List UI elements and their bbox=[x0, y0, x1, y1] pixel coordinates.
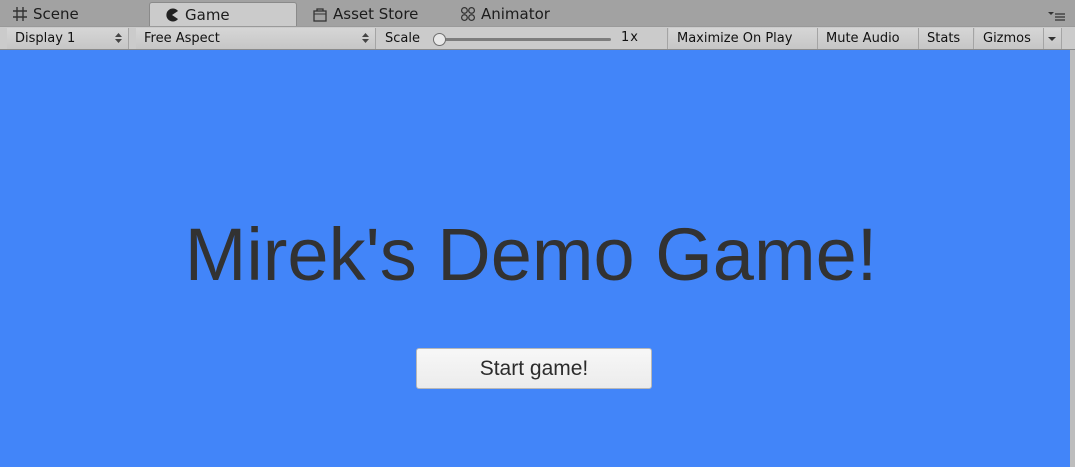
mute-audio-label: Mute Audio bbox=[826, 31, 900, 46]
start-game-button[interactable]: Start game! bbox=[416, 348, 652, 389]
scale-value: 1x bbox=[621, 30, 639, 45]
animator-nodes-icon bbox=[460, 6, 476, 22]
grid-icon bbox=[12, 6, 28, 22]
maximize-on-play-toggle[interactable]: Maximize On Play bbox=[669, 28, 818, 49]
dropdown-arrows-icon bbox=[362, 33, 369, 43]
tab-animator[interactable]: Animator bbox=[448, 2, 588, 26]
scale-label: Scale bbox=[385, 31, 420, 46]
tab-game[interactable]: Game bbox=[149, 2, 297, 27]
tab-animator-label: Animator bbox=[481, 5, 550, 23]
tab-asset-store-label: Asset Store bbox=[333, 5, 419, 23]
tab-scene-label: Scene bbox=[33, 5, 79, 23]
panel-edge bbox=[1070, 50, 1075, 467]
game-title: Mirek's Demo Game! bbox=[184, 213, 878, 296]
game-view-toolbar: Display 1 Free Aspect Scale 1x Maximize … bbox=[0, 26, 1075, 50]
store-bag-icon bbox=[312, 6, 328, 22]
tab-asset-store[interactable]: Asset Store bbox=[300, 2, 448, 26]
window-tab-strip: Scene Game Asset Store Animator bbox=[0, 0, 1075, 27]
gizmos-label: Gizmos bbox=[983, 31, 1031, 46]
display-dropdown-label: Display 1 bbox=[15, 31, 76, 46]
stats-label: Stats bbox=[927, 31, 961, 46]
pacman-icon bbox=[164, 7, 180, 23]
game-view-canvas: Mirek's Demo Game! Start game! bbox=[0, 50, 1070, 467]
scale-slider-handle[interactable] bbox=[433, 33, 446, 46]
gizmos-dropdown-button[interactable] bbox=[1044, 28, 1062, 49]
display-dropdown[interactable]: Display 1 bbox=[7, 28, 129, 49]
gizmos-toggle[interactable]: Gizmos bbox=[975, 28, 1044, 49]
aspect-dropdown[interactable]: Free Aspect bbox=[136, 28, 376, 49]
tab-menu-icon[interactable] bbox=[1047, 10, 1065, 22]
stats-toggle[interactable]: Stats bbox=[919, 28, 974, 49]
aspect-dropdown-label: Free Aspect bbox=[144, 31, 220, 46]
scale-slider-track[interactable] bbox=[434, 38, 611, 41]
maximize-on-play-label: Maximize On Play bbox=[677, 31, 793, 46]
scale-control: Scale 1x bbox=[377, 28, 668, 49]
tab-scene[interactable]: Scene bbox=[0, 2, 140, 26]
mute-audio-toggle[interactable]: Mute Audio bbox=[818, 28, 919, 49]
dropdown-arrows-icon bbox=[115, 33, 122, 43]
tab-game-label: Game bbox=[185, 6, 230, 24]
chevron-down-icon bbox=[1048, 36, 1056, 41]
